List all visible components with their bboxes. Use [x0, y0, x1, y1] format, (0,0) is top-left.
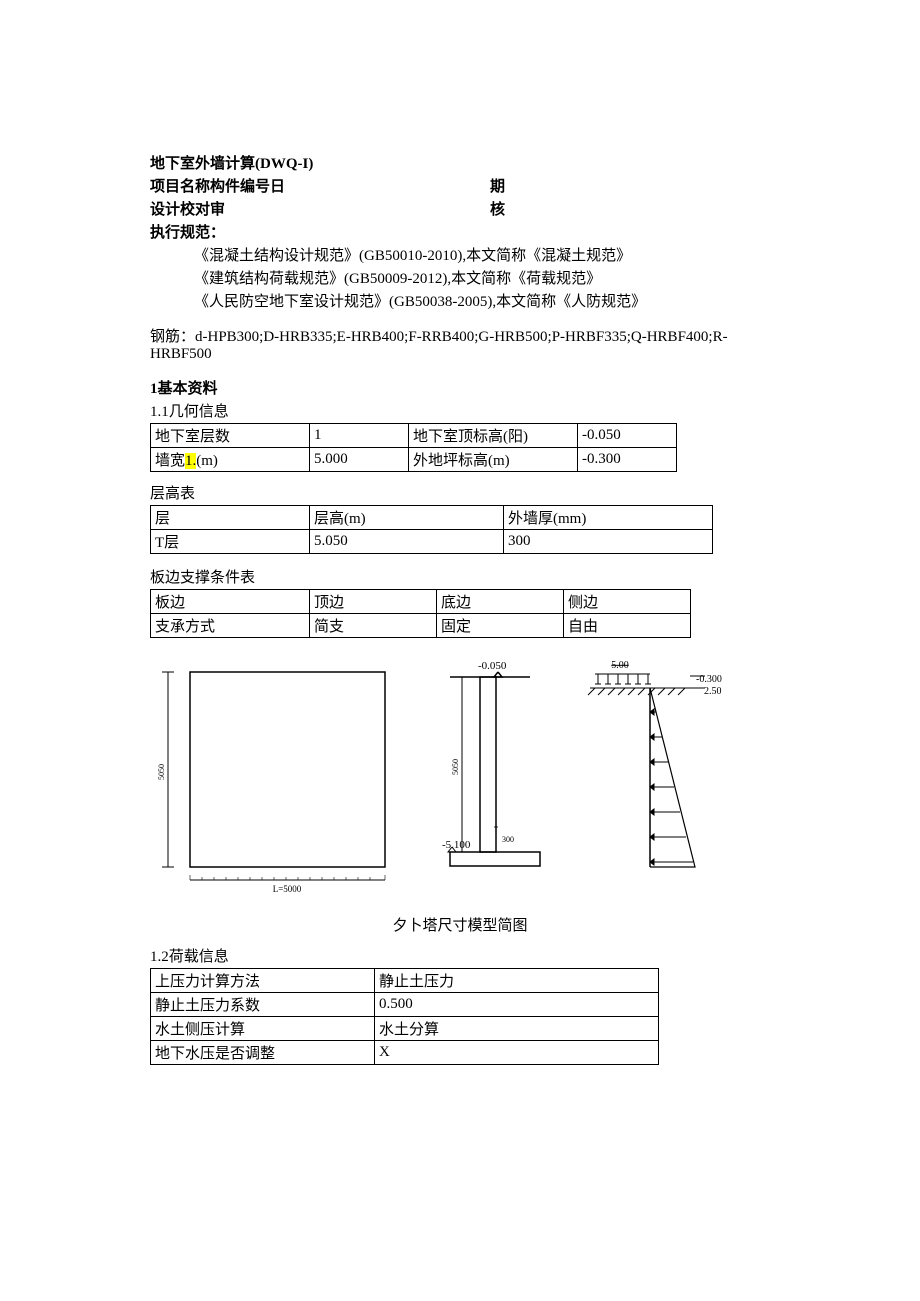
spec-line-3: 《人民防空地下室设计规范》(GB50038-2005),本文简称《人防规范》 [150, 290, 770, 311]
col-header: 层 [151, 506, 310, 530]
geometry-table: 地下室层数 1 地下室顶标高(阳) -0.050 墙宽1.(m) 5.000 外… [150, 423, 677, 472]
cell-label: 墙宽1.(m) [151, 448, 310, 472]
load-table: 上压力计算方法 静止土压力 静止土压力系数 0.500 水土侧压计算 水土分算 … [150, 968, 659, 1065]
proj-row-1-right: 期 [490, 175, 505, 196]
dim-text-vert: 5050 [157, 764, 166, 780]
doc-title: 地下室外墙计算(DWQ-I) [150, 152, 770, 173]
wall-width-post: (m) [196, 453, 218, 469]
cell-label: 地下室顶标高(阳) [409, 424, 578, 448]
storey-table: 层 层高(m) 外墙厚(mm) T层 5.050 300 [150, 505, 713, 554]
cell-label: 地下水压是否调整 [151, 1041, 375, 1065]
cell-label: 水土侧压计算 [151, 1017, 375, 1041]
proj-row-2-left: 设计校对审 [150, 198, 490, 219]
table-row: 静止土压力系数 0.500 [151, 993, 659, 1017]
proj-row-1-left: 项目名称构件编号日 [150, 175, 490, 196]
col-header: 层高(m) [310, 506, 504, 530]
section-1-title: 1基本资料 [150, 377, 770, 398]
dim-text-sec-vert: 5050 [451, 759, 460, 775]
wall-width-pre: 墙宽 [155, 453, 185, 469]
cell-value: 简支 [310, 614, 437, 638]
cell-value: 0.500 [375, 993, 659, 1017]
spec-line-2: 《建筑结构荷载规范》(GB50009-2012),本文简称《荷载规范》 [150, 267, 770, 288]
cell-value: 静止土压力 [375, 969, 659, 993]
table-row: 上压力计算方法 静止土压力 [151, 969, 659, 993]
table-row: 地下水压是否调整 X [151, 1041, 659, 1065]
table-row: T层 5.050 300 [151, 530, 713, 554]
cell-label: 支承方式 [151, 614, 310, 638]
cell-value: 300 [504, 530, 713, 554]
cell-label: 外地坪标高(m) [409, 448, 578, 472]
table-row: 层 层高(m) 外墙厚(mm) [151, 506, 713, 530]
section-1-2-title: 1.2荷载信息 [150, 945, 770, 966]
col-header: 侧边 [564, 590, 691, 614]
model-diagram: 5050 L=5000 300 -0.050 -5.100 5050 [150, 652, 750, 912]
table-row: 墙宽1.(m) 5.000 外地坪标高(m) -0.300 [151, 448, 677, 472]
level-top: -0.050 [478, 660, 507, 672]
cell-value: 固定 [437, 614, 564, 638]
cell-label: 静止土压力系数 [151, 993, 375, 1017]
col-header: 外墙厚(mm) [504, 506, 713, 530]
table-row: 支承方式 简支 固定 自由 [151, 614, 691, 638]
load-top-value: 5.00 [611, 660, 629, 671]
cell-value: 自由 [564, 614, 691, 638]
cell-label: 地下室层数 [151, 424, 310, 448]
table-row: 板边 顶边 底边 侧边 [151, 590, 691, 614]
proj-row-1: 项目名称构件编号日 期 [150, 175, 770, 196]
spec-line-1: 《混凝土结构设计规范》(GB50010-2010),本文简称《混凝土规范》 [150, 244, 770, 265]
cell-value: 5.050 [310, 530, 504, 554]
figure-caption: 夕卜塔尺寸模型简图 [150, 914, 770, 935]
section-1-1-title: 1.1几何信息 [150, 400, 770, 421]
cell-value: 1 [310, 424, 409, 448]
cell-value: 5.000 [310, 448, 409, 472]
table-row: 水土侧压计算 水土分算 [151, 1017, 659, 1041]
dim-text-thk: 300 [502, 835, 514, 844]
cell-label: 上压力计算方法 [151, 969, 375, 993]
col-header: 底边 [437, 590, 564, 614]
cell-value: T层 [151, 530, 310, 554]
cell-value: -0.300 [578, 448, 677, 472]
col-header: 顶边 [310, 590, 437, 614]
load-level-b: 2.50 [704, 686, 722, 697]
wall-width-highlight: 1. [185, 453, 196, 469]
rebar-line: 钢筋：d-HPB300;D-HRB335;E-HRB400;F-RRB400;G… [150, 325, 770, 363]
table-row: 地下室层数 1 地下室顶标高(阳) -0.050 [151, 424, 677, 448]
storey-table-title: 层高表 [150, 482, 770, 503]
proj-row-2: 设计校对审 核 [150, 198, 770, 219]
figure-wrap: 5050 L=5000 300 -0.050 -5.100 5050 [150, 652, 770, 935]
level-bot: -5.100 [442, 839, 471, 851]
col-header: 板边 [151, 590, 310, 614]
dim-text-width: L=5000 [273, 884, 302, 894]
spec-title: 执行规范： [150, 221, 770, 242]
cell-value: X [375, 1041, 659, 1065]
proj-row-2-right: 核 [490, 198, 505, 219]
cell-value: -0.050 [578, 424, 677, 448]
cell-value: 水土分算 [375, 1017, 659, 1041]
support-table: 板边 顶边 底边 侧边 支承方式 简支 固定 自由 [150, 589, 691, 638]
support-table-title: 板边支撑条件表 [150, 566, 770, 587]
